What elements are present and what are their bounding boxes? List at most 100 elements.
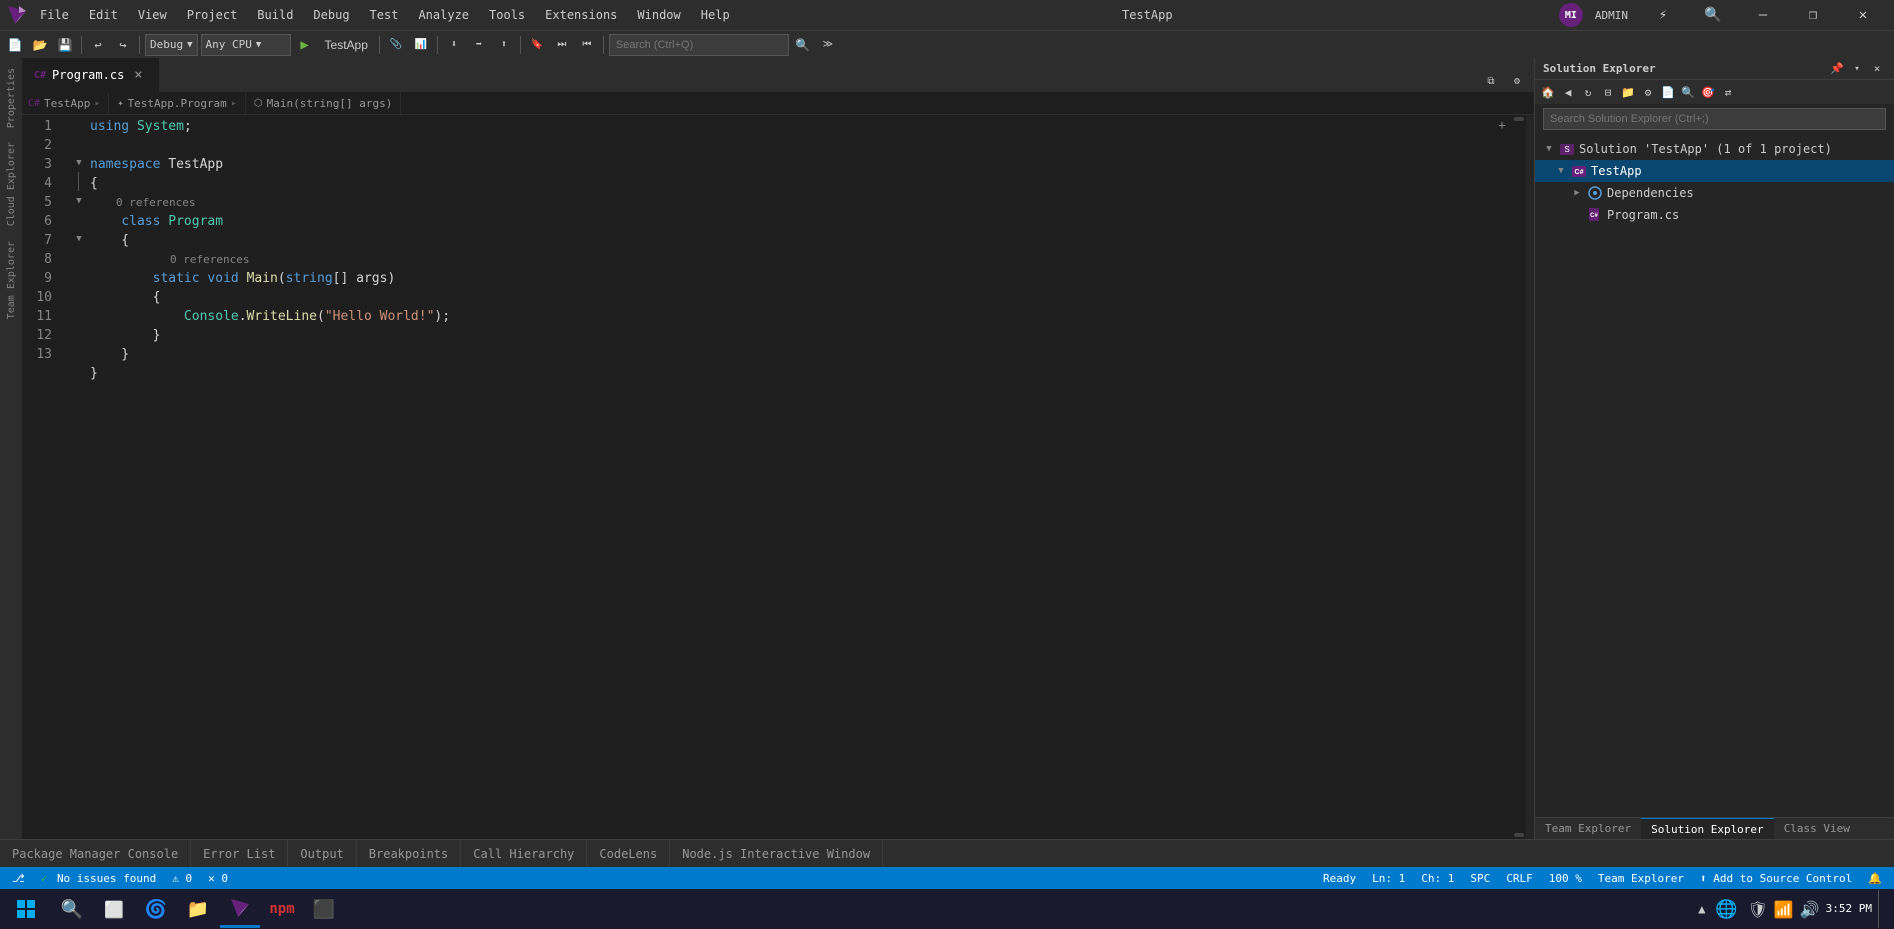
wifi-icon[interactable]: 📶 (1774, 900, 1794, 919)
search-taskbar-icon[interactable]: 🔍 (52, 890, 92, 928)
team-explorer-side-label[interactable]: Team Explorer (2, 235, 21, 325)
tab-close-button[interactable]: × (130, 67, 146, 83)
performance-icon[interactable]: 📊 (410, 34, 432, 56)
open-icon[interactable]: 📂 (29, 34, 51, 56)
tab-nodejs-interactive[interactable]: Node.js Interactive Window (670, 840, 883, 868)
gutter-fold-3[interactable]: ▼ (72, 153, 86, 172)
attach-debugger-icon[interactable]: 📎 (385, 34, 407, 56)
tree-dependencies[interactable]: ▶ Dependencies (1535, 182, 1894, 204)
run-target-label[interactable]: TestApp (319, 38, 374, 52)
spc-label[interactable]: SPC (1466, 872, 1494, 885)
warnings-icon[interactable]: ⚠ 0 (168, 872, 196, 885)
expand-editor-icon[interactable]: + (1494, 117, 1510, 133)
se-dropdown-icon[interactable]: ▾ (1848, 60, 1866, 78)
new-project-icon[interactable]: 📄 (4, 34, 26, 56)
edge-icon[interactable]: 🌀 (136, 890, 176, 928)
speaker-icon[interactable]: 🔊 (1800, 900, 1820, 919)
gutter-fold-5[interactable]: ▼ (72, 191, 86, 210)
menu-extensions[interactable]: Extensions (539, 8, 623, 22)
live-share-icon[interactable]: ⚡ (1640, 0, 1686, 30)
restore-button[interactable]: ❐ (1790, 0, 1836, 30)
tab-output[interactable]: Output (288, 840, 356, 868)
tree-project[interactable]: ▼ C# TestApp (1535, 160, 1894, 182)
zoom-label[interactable]: 100 % (1545, 872, 1586, 885)
se-pin-icon[interactable]: 📌 (1828, 60, 1846, 78)
se-tab-solution-explorer[interactable]: Solution Explorer (1641, 818, 1774, 840)
search-icon[interactable]: 🔍 (1690, 0, 1736, 30)
crlf-label[interactable]: CRLF (1502, 872, 1537, 885)
menu-build[interactable]: Build (251, 8, 299, 22)
file-explorer-icon[interactable]: 📁 (178, 890, 218, 928)
debug-mode-dropdown[interactable]: Debug ▼ (145, 34, 198, 56)
user-avatar[interactable]: MI (1559, 3, 1583, 27)
errors-icon[interactable]: ✕ 0 (204, 872, 232, 885)
step-out-icon[interactable]: ⬆ (493, 34, 515, 56)
no-issues-label[interactable]: ✓ No issues found (37, 872, 161, 885)
vertical-scrollbar[interactable] (1512, 115, 1526, 839)
scroll-up-arrow[interactable] (1514, 117, 1524, 121)
system-clock[interactable]: 3:52 PM (1826, 902, 1872, 916)
vs-taskbar-icon[interactable] (220, 890, 260, 928)
scroll-down-arrow[interactable] (1514, 833, 1524, 837)
se-search-input[interactable] (1543, 108, 1886, 130)
team-explorer-label[interactable]: Team Explorer (1594, 872, 1688, 885)
close-button[interactable]: ✕ (1840, 0, 1886, 30)
global-search-input[interactable] (609, 34, 789, 56)
show-desktop-icon[interactable] (1878, 890, 1884, 928)
step-over-icon[interactable]: ➡ (468, 34, 490, 56)
se-tab-team-explorer[interactable]: Team Explorer (1535, 818, 1641, 840)
add-to-source-control-label[interactable]: ⬆ Add to Source Control (1696, 872, 1856, 885)
security-icon[interactable]: 🛡 (1747, 900, 1767, 919)
menu-project[interactable]: Project (181, 8, 244, 22)
split-editor-icon[interactable]: ⧉ (1480, 70, 1502, 92)
se-collapse-icon[interactable]: ⊟ (1599, 83, 1617, 101)
menu-analyze[interactable]: Analyze (412, 8, 475, 22)
taskbar-chevron-icon[interactable]: ▲ (1698, 902, 1705, 916)
next-bookmark-icon[interactable]: ⏭ (551, 34, 573, 56)
se-close-icon[interactable]: × (1868, 60, 1886, 78)
code-text[interactable]: using System; namespace TestApp { 0 refe… (86, 115, 1512, 839)
npm-icon[interactable]: npm (262, 890, 302, 928)
task-view-icon[interactable]: ⬜ (94, 890, 134, 928)
se-open-file-icon[interactable]: 📄 (1659, 83, 1677, 101)
se-sync-icon[interactable]: ⇄ (1719, 83, 1737, 101)
bookmark-icon[interactable]: 🔖 (526, 34, 548, 56)
properties-panel-label[interactable]: Properties (2, 62, 21, 134)
step-into-icon[interactable]: ⬇ (443, 34, 465, 56)
tab-program-cs[interactable]: C# Program.cs × (22, 58, 159, 92)
editor-settings-icon[interactable]: ⚙ (1506, 70, 1528, 92)
menu-debug[interactable]: Debug (307, 8, 355, 22)
git-icon[interactable]: ⎇ (8, 872, 29, 885)
ch-label[interactable]: Ch: 1 (1417, 872, 1458, 885)
save-icon[interactable]: 💾 (54, 34, 76, 56)
run-button[interactable]: ▶ (294, 34, 316, 56)
menu-tools[interactable]: Tools (483, 8, 531, 22)
menu-help[interactable]: Help (695, 8, 736, 22)
se-back-icon[interactable]: ◀ (1559, 83, 1577, 101)
minimize-button[interactable]: — (1740, 0, 1786, 30)
tab-package-manager[interactable]: Package Manager Console (0, 840, 191, 868)
undo-icon[interactable]: ↩ (87, 34, 109, 56)
tree-solution[interactable]: ▼ S Solution 'TestApp' (1 of 1 project) (1535, 138, 1894, 160)
se-tab-class-view[interactable]: Class View (1774, 818, 1860, 840)
path-method-segment[interactable]: ⬡ Main(string[] args) (246, 93, 402, 115)
platform-dropdown[interactable]: Any CPU ▼ (201, 34, 291, 56)
path-project-icon[interactable]: C# TestApp ▸ (22, 93, 109, 115)
menu-window[interactable]: Window (631, 8, 686, 22)
code-editor[interactable]: 1 2 3 4 5 6 7 8 9 10 11 12 13 ▼ ▼ (22, 115, 1534, 839)
se-refresh-icon[interactable]: ↻ (1579, 83, 1597, 101)
start-button[interactable] (2, 889, 50, 929)
menu-view[interactable]: View (132, 8, 173, 22)
tab-codelens[interactable]: CodeLens (587, 840, 670, 868)
language-icon[interactable]: 🌐 (1711, 890, 1741, 928)
prev-bookmark-icon[interactable]: ⏮ (576, 34, 598, 56)
redo-icon[interactable]: ↪ (112, 34, 134, 56)
menu-file[interactable]: File (34, 8, 75, 22)
se-scope-icon[interactable]: 🎯 (1699, 83, 1717, 101)
notification-icon[interactable]: 🔔 (1864, 872, 1886, 885)
tree-program-cs[interactable]: ▶ C# Program.cs (1535, 204, 1894, 226)
menu-test[interactable]: Test (364, 8, 405, 22)
toolbar-overflow-icon[interactable]: ≫ (817, 34, 839, 56)
se-home-icon[interactable]: 🏠 (1539, 83, 1557, 101)
se-filter-icon[interactable]: 🔍 (1679, 83, 1697, 101)
